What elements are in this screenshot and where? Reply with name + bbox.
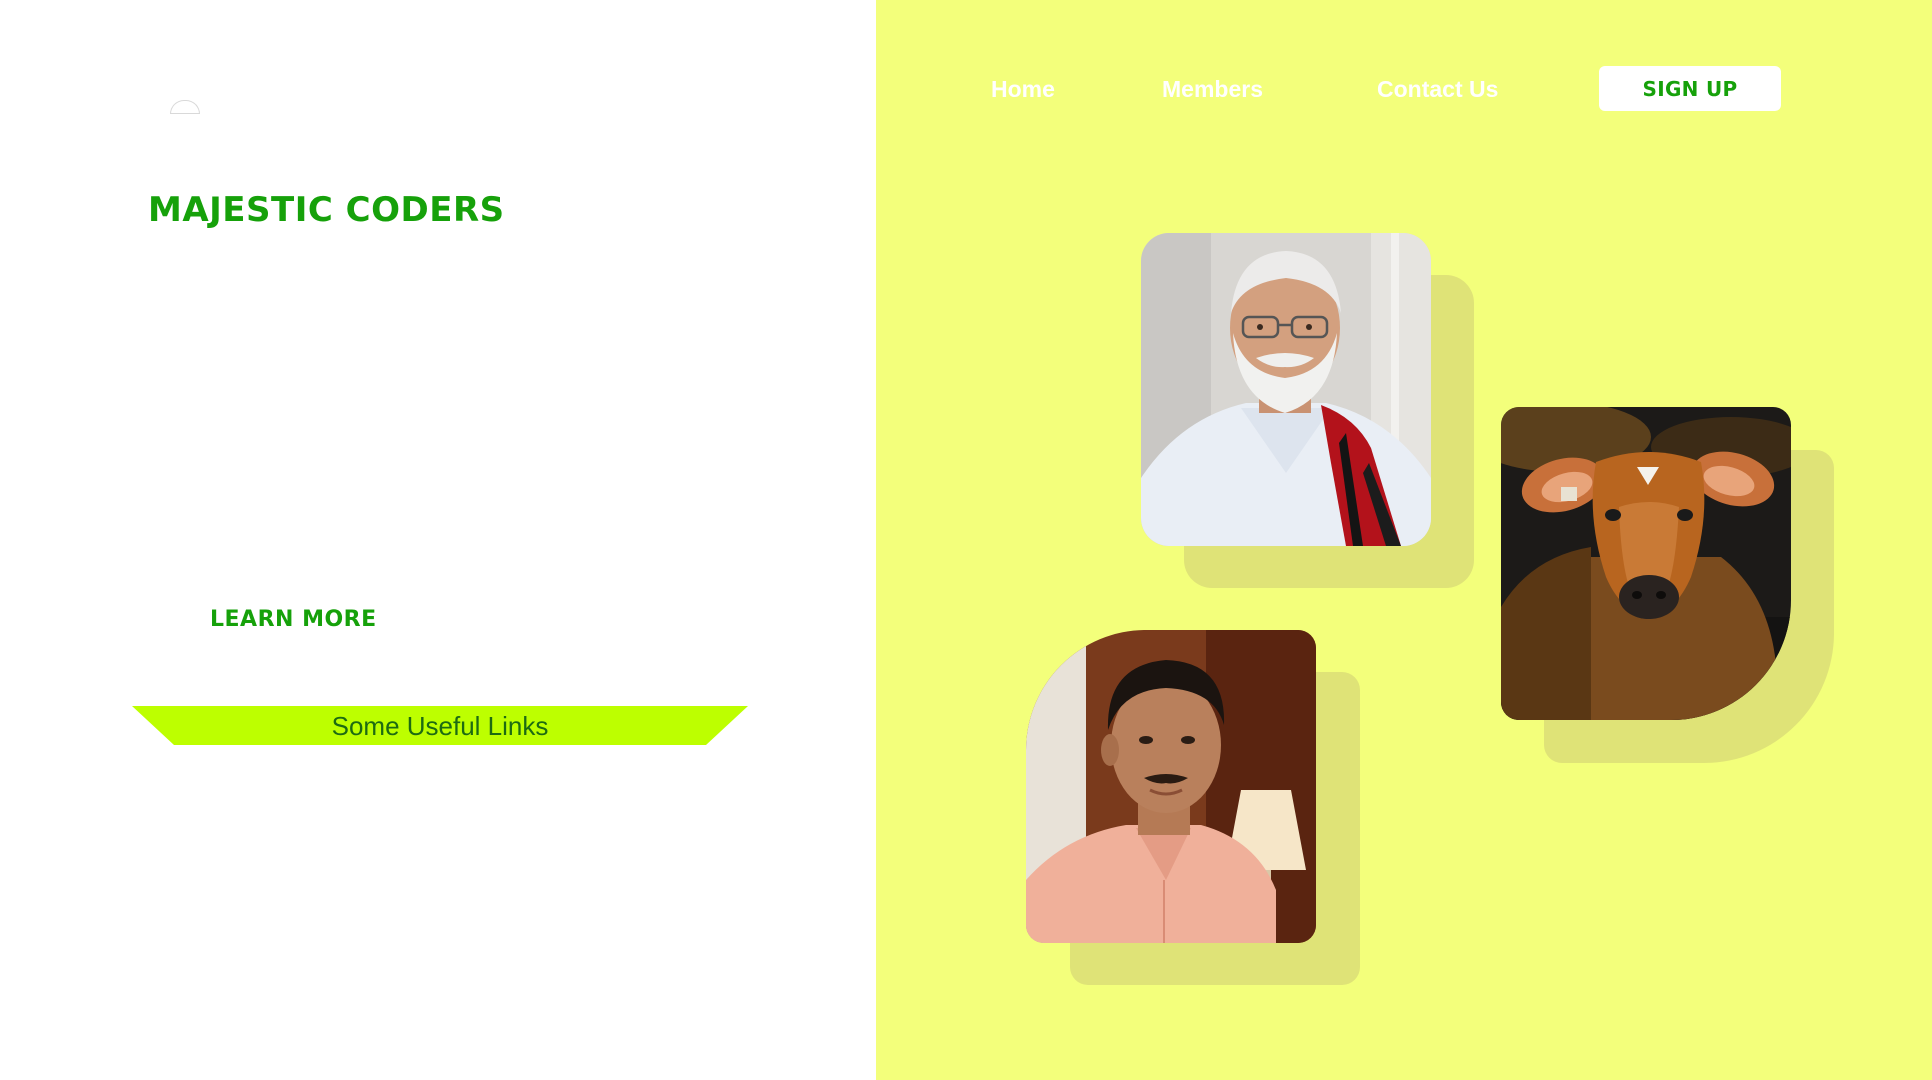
learn-more-button[interactable]: LEARN MORE xyxy=(210,607,377,632)
gallery-card-person-bottom[interactable] xyxy=(1026,630,1316,943)
brown-calf-photo xyxy=(1501,407,1791,720)
useful-links-banner: Some Useful Links xyxy=(132,706,748,745)
sign-up-button[interactable]: SIGN UP xyxy=(1599,66,1781,111)
gallery-card-calf[interactable] xyxy=(1501,407,1791,720)
useful-links-label: Some Useful Links xyxy=(331,711,549,741)
nav-contact-link[interactable]: Contact Us xyxy=(1377,76,1498,103)
brand-title: MAJESTIC CODERS xyxy=(148,190,505,230)
nav-members-link[interactable]: Members xyxy=(1162,76,1263,103)
left-panel: MAJESTIC CODERS LEARN MORE Some Useful L… xyxy=(0,0,876,1080)
man-in-pink-shirt-photo xyxy=(1026,630,1316,943)
right-panel: Home Members Contact Us SIGN UP xyxy=(876,0,1932,1080)
nav-home-link[interactable]: Home xyxy=(991,76,1055,103)
man-with-white-beard-photo xyxy=(1141,233,1431,546)
arc-logo-icon[interactable] xyxy=(170,100,200,114)
gallery-card-person-top[interactable] xyxy=(1141,233,1431,546)
top-nav: Home Members Contact Us SIGN UP xyxy=(876,0,1932,180)
page: MAJESTIC CODERS LEARN MORE Some Useful L… xyxy=(0,0,1932,1080)
